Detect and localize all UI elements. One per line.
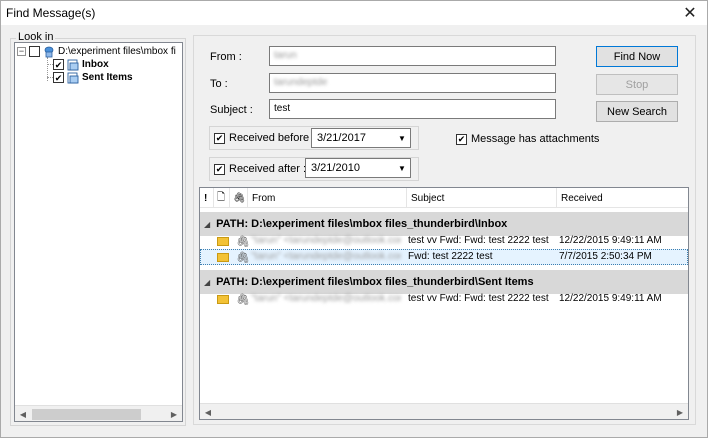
checkbox[interactable]: [214, 132, 225, 144]
scroll-thumb[interactable]: [32, 409, 141, 420]
inbox-checkbox[interactable]: [53, 59, 64, 70]
tree-horizontal-scrollbar[interactable]: ◀ ▶: [15, 405, 182, 421]
sent-items-checkbox[interactable]: [53, 72, 64, 83]
received-after-date[interactable]: 3/21/2010 ▼: [305, 158, 411, 178]
scroll-left-icon[interactable]: ◀: [15, 406, 31, 421]
tree-item-sent-items[interactable]: Sent Items: [53, 71, 133, 84]
document-icon[interactable]: 🗋: [214, 188, 230, 208]
paperclip-icon: 🖇: [236, 252, 250, 264]
tree-item-label: D:\experiment files\mbox fi: [58, 46, 176, 57]
results-list[interactable]: ! 🗋 🖇 From Subject Received ◢ PATH: D:\e…: [199, 187, 689, 420]
from-cell: "tarun" <tarundeptde@outlook.com>: [251, 251, 401, 262]
checkbox[interactable]: [456, 133, 467, 145]
subject-cell: Fwd: test 2222 test: [408, 251, 493, 262]
drive-icon: [44, 46, 54, 57]
from-column-header[interactable]: From: [248, 188, 407, 208]
received-after-label: Received after :: [229, 163, 307, 175]
table-row-selected[interactable]: 🖇 "tarun" <tarundeptde@outlook.com> Fwd:…: [200, 249, 688, 265]
attachment-icon[interactable]: 🖇: [230, 188, 248, 208]
received-before-value: 3/21/2017: [317, 132, 366, 144]
from-cell: "tarun" <tarundeptde@outlook.com>: [251, 293, 401, 304]
scroll-left-icon[interactable]: ◀: [200, 404, 216, 419]
subject-cell: test vv Fwd: Fwd: test 2222 test: [408, 293, 549, 304]
scroll-right-icon[interactable]: ▶: [672, 404, 688, 419]
results-column-header: ! 🗋 🖇 From Subject Received: [200, 188, 688, 208]
received-cell: 12/22/2015 9:49:11 AM: [559, 293, 662, 304]
table-row[interactable]: 🖇 "tarun" <tarundeptde@outlook.com> test…: [200, 292, 688, 308]
group-path: PATH: D:\experiment files\mbox files_thu…: [216, 276, 534, 288]
received-before-date[interactable]: 3/21/2017 ▼: [311, 128, 411, 148]
to-value: tarundeptde: [274, 77, 328, 88]
collapse-icon[interactable]: ◢: [204, 278, 210, 287]
from-value: tarun: [274, 50, 297, 61]
folder-icon: [67, 72, 79, 83]
from-label: From :: [210, 51, 242, 63]
close-icon[interactable]: ✕: [675, 1, 705, 24]
tree-item-inbox[interactable]: Inbox: [53, 58, 109, 71]
stop-button[interactable]: Stop: [596, 74, 678, 95]
envelope-icon: [217, 237, 229, 246]
from-field[interactable]: tarun: [269, 46, 556, 66]
paperclip-icon: 🖇: [236, 294, 250, 306]
to-field[interactable]: tarundeptde: [269, 73, 556, 93]
attachments-checkbox[interactable]: Message has attachments: [456, 133, 599, 145]
subject-column-header[interactable]: Subject: [407, 188, 557, 208]
envelope-icon: [217, 253, 229, 262]
new-search-button[interactable]: New Search: [596, 101, 678, 122]
received-before-checkbox[interactable]: Received before :: [214, 132, 315, 144]
find-now-button[interactable]: Find Now: [596, 46, 678, 67]
group-path: PATH: D:\experiment files\mbox files_thu…: [216, 218, 508, 230]
received-column-header[interactable]: Received: [557, 188, 688, 208]
paperclip-icon: 🖇: [236, 236, 250, 248]
from-cell: "tarun" <tarundeptde@outlook.com>: [251, 235, 401, 246]
subject-field[interactable]: test: [269, 99, 556, 119]
folder-tree[interactable]: − D:\experiment files\mbox fi Inbox Sent…: [14, 42, 183, 422]
received-before-label: Received before :: [229, 132, 316, 144]
subject-label: Subject :: [210, 104, 253, 116]
window-title: Find Message(s): [6, 6, 96, 20]
tree-item-label: Inbox: [82, 59, 109, 70]
collapse-icon[interactable]: −: [17, 47, 26, 56]
collapse-icon[interactable]: ◢: [204, 220, 210, 229]
group-header-inbox[interactable]: ◢ PATH: D:\experiment files\mbox files_t…: [200, 212, 688, 236]
folder-icon: [67, 59, 79, 70]
root-checkbox[interactable]: [29, 46, 40, 57]
subject-value: test: [274, 103, 291, 114]
envelope-icon: [217, 295, 229, 304]
to-label: To :: [210, 78, 228, 90]
chevron-down-icon[interactable]: ▼: [393, 129, 410, 147]
received-cell: 7/7/2015 2:50:34 PM: [559, 251, 652, 262]
tree-item-root[interactable]: − D:\experiment files\mbox fi: [17, 45, 176, 58]
received-after-checkbox[interactable]: Received after :: [214, 163, 306, 175]
attachments-label: Message has attachments: [471, 133, 600, 145]
subject-cell: test vv Fwd: Fwd: test 2222 test: [408, 235, 549, 246]
received-cell: 12/22/2015 9:49:11 AM: [559, 235, 662, 246]
group-header-sent-items[interactable]: ◢ PATH: D:\experiment files\mbox files_t…: [200, 270, 688, 294]
results-horizontal-scrollbar[interactable]: ◀ ▶: [200, 403, 688, 419]
scroll-right-icon[interactable]: ▶: [166, 406, 182, 421]
table-row[interactable]: 🖇 "tarun" <tarundeptde@outlook.com> test…: [200, 234, 688, 250]
received-after-value: 3/21/2010: [311, 162, 360, 174]
checkbox[interactable]: [214, 163, 225, 175]
title-bar: Find Message(s) ✕: [1, 1, 707, 25]
chevron-down-icon[interactable]: ▼: [393, 159, 410, 177]
importance-column-header[interactable]: !: [200, 188, 214, 208]
tree-item-label: Sent Items: [82, 72, 133, 83]
